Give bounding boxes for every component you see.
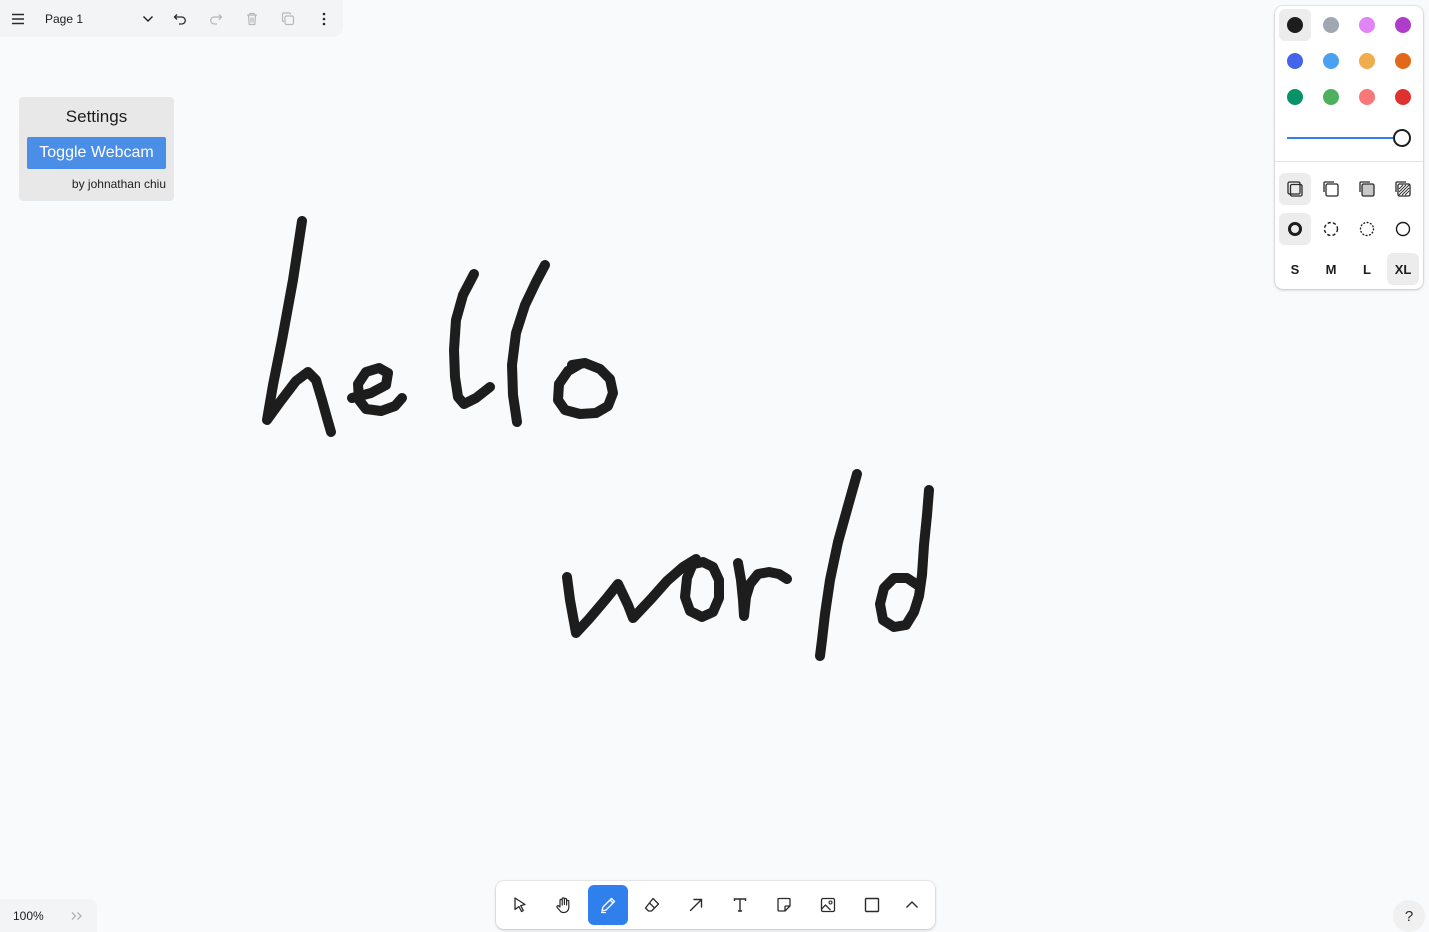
color-swatch-dot [1323,53,1339,69]
size-m-button[interactable]: M [1315,253,1347,285]
zoom-level-button[interactable]: 100% [0,909,62,923]
stroke-e[interactable] [347,363,407,416]
navigation-panel: 100% [0,899,97,932]
color-swatch-light-red[interactable] [1351,81,1383,113]
color-swatch-light-violet[interactable] [1351,9,1383,41]
stroke-o-2[interactable] [680,556,724,622]
color-swatch-dot [1395,17,1411,33]
hand-tool-icon[interactable] [544,885,584,925]
size-l-button[interactable]: L [1351,253,1383,285]
image-tool-icon[interactable] [808,885,848,925]
dash-dotted-icon[interactable] [1351,213,1383,245]
size-xl-label: XL [1394,261,1412,277]
color-swatch-dot [1323,89,1339,105]
color-swatch-green[interactable] [1279,81,1311,113]
help-label: ? [1404,907,1414,925]
color-swatch-red[interactable] [1387,81,1419,113]
stroke-o[interactable] [553,358,618,419]
style-panel: S M L XL [1275,6,1423,289]
main-toolbar [496,881,935,929]
dash-draw-icon[interactable] [1279,213,1311,245]
size-xl-button[interactable]: XL [1387,253,1419,285]
color-swatch-light-green[interactable] [1315,81,1347,113]
fill-none-icon[interactable] [1279,173,1311,205]
dash-dashed-icon[interactable] [1315,213,1347,245]
arrow-tool-icon[interactable] [676,885,716,925]
stroke-w[interactable] [562,554,701,638]
chevrons-right-icon[interactable] [62,901,92,931]
size-s-button[interactable]: S [1279,253,1311,285]
stroke-l-2[interactable] [507,260,550,427]
color-swatch-yellow[interactable] [1351,45,1383,77]
color-swatch-dot [1359,53,1375,69]
color-swatch-light-blue[interactable] [1315,45,1347,77]
size-m-label: M [1325,261,1337,277]
opacity-slider-track[interactable] [1287,137,1401,139]
color-swatch-dot [1359,17,1375,33]
help-button[interactable]: ? [1393,900,1425,932]
color-swatch-dot [1395,53,1411,69]
stroke-l-3[interactable] [815,469,862,661]
stroke-h[interactable] [262,216,336,437]
stroke-r[interactable] [733,558,792,621]
color-swatch-blue[interactable] [1279,45,1311,77]
color-swatch-dot [1287,53,1303,69]
panel-divider [1275,161,1423,162]
size-l-label: L [1363,261,1371,277]
color-swatch-dot [1287,89,1303,105]
fill-solid-icon[interactable] [1351,173,1383,205]
eraser-tool-icon[interactable] [632,885,672,925]
more-tools-chevron-up-icon[interactable] [892,885,932,925]
rectangle-tool-icon[interactable] [852,885,892,925]
color-swatch-orange[interactable] [1387,45,1419,77]
color-swatch-grey[interactable] [1315,9,1347,41]
draw-tool-icon[interactable] [588,885,628,925]
fill-semi-icon[interactable] [1315,173,1347,205]
dash-solid-icon[interactable] [1387,213,1419,245]
color-swatch-dot [1359,89,1375,105]
size-s-label: S [1290,261,1300,277]
color-swatch-dot [1395,89,1411,105]
stroke-d[interactable] [875,485,934,632]
color-swatch-violet[interactable] [1387,9,1419,41]
color-swatch-dot [1287,17,1303,33]
color-swatch-dot [1323,17,1339,33]
drawing-canvas[interactable] [0,0,1429,932]
select-tool-icon[interactable] [500,885,540,925]
color-swatch-black[interactable] [1279,9,1311,41]
text-tool-icon[interactable] [720,885,760,925]
note-tool-icon[interactable] [764,885,804,925]
stroke-l-1[interactable] [449,269,495,409]
fill-pattern-icon[interactable] [1387,173,1419,205]
opacity-slider-thumb[interactable] [1393,129,1411,147]
